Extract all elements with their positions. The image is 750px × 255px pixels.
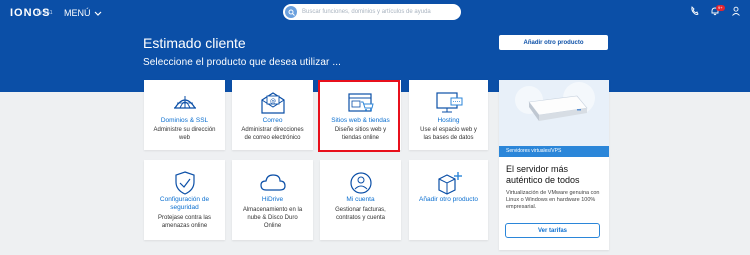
phone-icon[interactable] xyxy=(690,6,700,19)
add-product-button[interactable]: Añadir otro producto xyxy=(499,35,608,50)
card-description: Gestionar facturas, contratos y cuenta xyxy=(335,207,386,221)
card-hosting[interactable]: Hosting Use el espacio web y las bases d… xyxy=(409,80,488,150)
cloud-icon xyxy=(232,166,313,200)
card-title[interactable]: Dominios & SSL xyxy=(146,117,223,125)
promo-panel: Servidores virtuales/VPS El servidor más… xyxy=(499,80,609,250)
search-icon[interactable] xyxy=(285,6,297,18)
envelope-icon: @ xyxy=(232,86,313,120)
card-email[interactable]: @ Correo Administrar direcciones de corr… xyxy=(232,80,313,150)
card-description: Administre su dirección web xyxy=(153,127,216,141)
card-description: Protejase contra las amenazas online xyxy=(157,215,212,229)
search-placeholder: Buscar funciones, dominios y artículos d… xyxy=(302,9,431,15)
card-hidrive[interactable]: HiDrive Almacenamiento en la nube & Disc… xyxy=(232,160,313,240)
promo-tag: Servidores virtuales/VPS xyxy=(499,146,609,157)
page-title: Estimado cliente xyxy=(143,35,246,51)
card-title[interactable]: Añadir otro producto xyxy=(411,196,486,204)
shield-check-icon xyxy=(144,166,225,200)
view-rates-button[interactable]: Ver tarifas xyxy=(505,223,600,238)
card-description: Almacenamiento en la nube & Disco Duro O… xyxy=(242,207,303,229)
domain-globe-icon xyxy=(144,86,225,120)
card-domains[interactable]: Dominios & SSL Administre su dirección w… xyxy=(144,80,225,150)
card-security[interactable]: Configuración de seguridad Protejase con… xyxy=(144,160,225,240)
search-input[interactable]: Buscar funciones, dominios y artículos d… xyxy=(283,4,461,20)
svg-text:@: @ xyxy=(270,98,276,105)
notifications-badge: 9+ xyxy=(716,5,725,11)
page-subtitle: Seleccione el producto que desea utiliza… xyxy=(143,57,341,68)
user-account-icon xyxy=(320,166,401,200)
card-add-product[interactable]: Añadir otro producto xyxy=(409,160,488,240)
promo-title: El servidor más auténtico de todos xyxy=(506,164,580,185)
card-title[interactable]: Configuración de seguridad xyxy=(146,196,223,212)
menu-button[interactable]: MENÚ xyxy=(64,8,102,18)
card-title[interactable]: Mi cuenta xyxy=(322,196,399,204)
card-title[interactable]: Correo xyxy=(234,117,311,125)
chevron-down-icon xyxy=(94,11,101,16)
card-account[interactable]: Mi cuenta Gestionar facturas, contratos … xyxy=(320,160,401,240)
server-image xyxy=(499,80,609,146)
promo-description: Virtualización de VMware genuina con Lin… xyxy=(506,190,600,210)
user-icon[interactable] xyxy=(731,6,741,19)
logo-sub: by 1&1 xyxy=(37,10,53,16)
menu-label: MENÚ xyxy=(64,8,91,18)
card-description: Use el espacio web y las bases de datos xyxy=(420,127,477,141)
top-header: IONOS by 1&1 MENÚ Buscar funciones, domi… xyxy=(0,0,750,92)
card-title[interactable]: Hosting xyxy=(411,117,486,125)
highlight-box xyxy=(318,80,400,152)
monitor-server-icon xyxy=(409,86,488,120)
box-plus-icon xyxy=(409,166,488,200)
card-description: Administrar direcciones de correo electr… xyxy=(241,127,304,141)
card-title[interactable]: HiDrive xyxy=(234,196,311,204)
